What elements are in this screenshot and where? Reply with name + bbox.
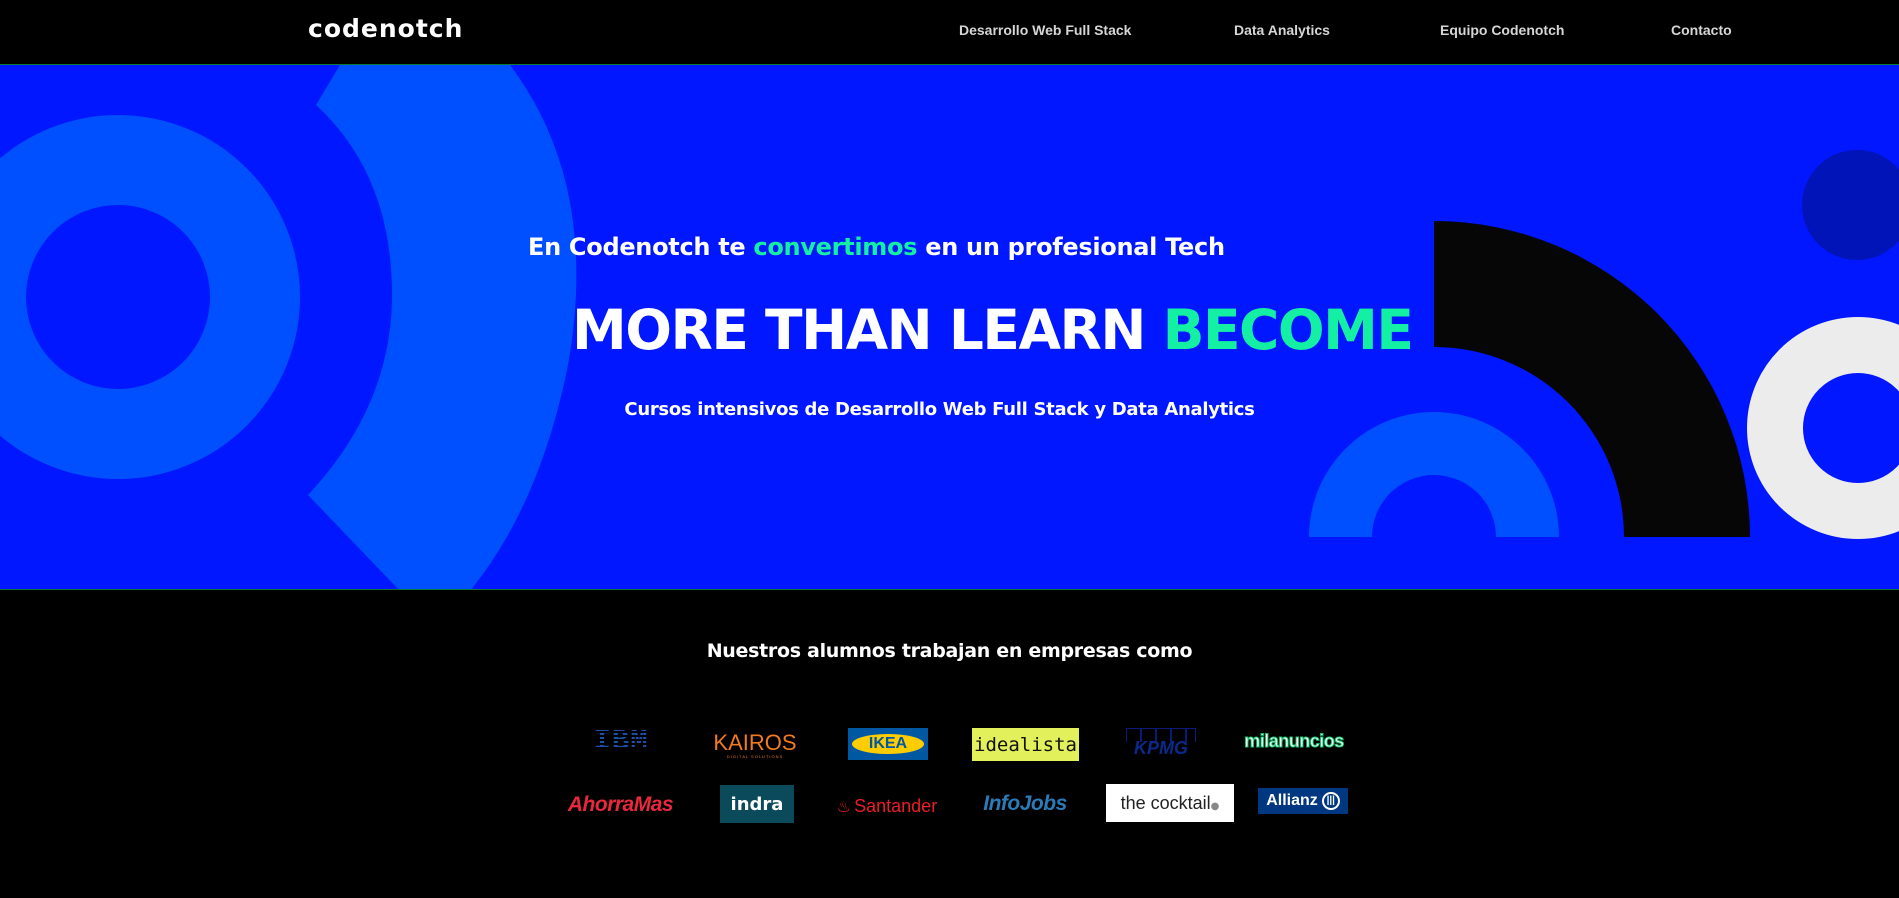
site-header: codenotch Desarrollo Web Full Stack Data…: [0, 0, 1899, 64]
deco-bottom-ring: [1309, 412, 1559, 537]
deco-left-arc: [308, 65, 577, 589]
hero-subline: Cursos intensivos de Desarrollo Web Full…: [624, 399, 1255, 420]
deco-dark-circle: [1802, 150, 1899, 260]
tagline-before: En Codenotch te: [528, 233, 754, 261]
headline-accent: BECOME: [1162, 298, 1414, 362]
hero-headline: MORE THAN LEARN BECOME: [572, 298, 1414, 362]
milanuncios-logo: milanuncios: [1244, 730, 1345, 751]
infojobs-logo: InfoJobs: [983, 792, 1067, 815]
deco-left-ring: [0, 115, 300, 479]
allianz-eagle-icon: |||: [1321, 792, 1340, 810]
nav-link-contacto[interactable]: Contacto: [1671, 22, 1732, 38]
kpmg-logo: KPMG: [1124, 728, 1198, 760]
hero-section: En Codenotch te convertimos en un profes…: [0, 64, 1899, 590]
nav-link-equipo[interactable]: Equipo Codenotch: [1440, 22, 1564, 38]
codenotch-logo[interactable]: codenotch: [308, 14, 463, 43]
ahorramas-logo: AhorraMas: [567, 793, 674, 816]
deco-white-ring: [1747, 317, 1899, 539]
idealista-logo: idealista: [972, 728, 1079, 761]
ibm-logo: IBM: [593, 724, 649, 758]
the-cocktail-logo: the cocktail ●: [1106, 784, 1234, 822]
ikea-logo: IKEA: [848, 728, 928, 760]
nav-link-data-analytics[interactable]: Data Analytics: [1234, 22, 1330, 38]
headline-main: MORE THAN LEARN: [572, 298, 1163, 362]
kairos-logo: KAIROS DIGITAL SOLUTIONS: [713, 729, 797, 759]
allianz-logo: Allianz |||: [1258, 788, 1348, 814]
santander-logo: ♨ Santander: [836, 795, 938, 816]
hero-tagline: En Codenotch te convertimos en un profes…: [528, 233, 1225, 261]
indra-logo: indra: [720, 785, 794, 823]
tagline-accent: convertimos: [753, 233, 918, 261]
nav-link-desarrollo-web[interactable]: Desarrollo Web Full Stack: [959, 22, 1131, 38]
tagline-after: en un profesional Tech: [917, 233, 1225, 261]
companies-title: Nuestros alumnos trabajan en empresas co…: [706, 640, 1193, 662]
santander-flame-icon: ♨: [836, 796, 852, 816]
cocktail-dot-icon: ●: [1210, 800, 1220, 812]
